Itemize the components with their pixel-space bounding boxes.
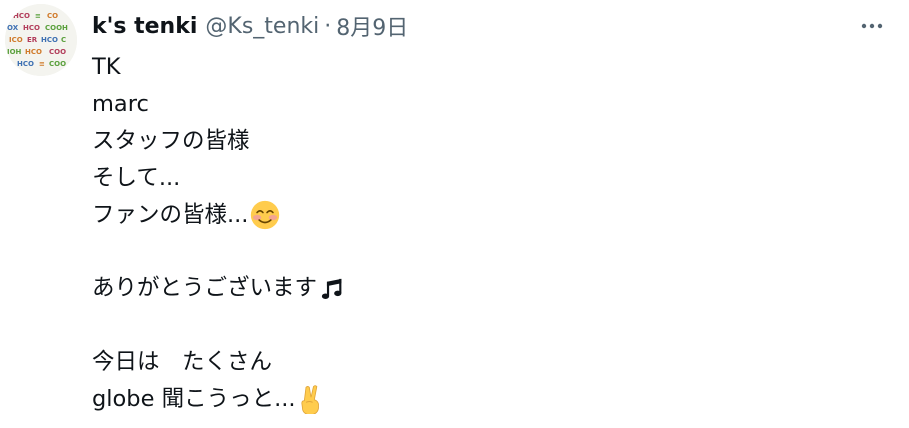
more-dots-icon [861,23,883,29]
tweet-line: 今日は たくさん [92,349,273,376]
svg-text:HCO: HCO [41,36,58,44]
tweet-line: globe 聞こうっと... [92,381,345,418]
tweet-line-empty [92,233,345,270]
svg-text:ICO: ICO [9,36,23,44]
tweet-line: ファンの皆様... [92,197,345,234]
svg-text:≡: ≡ [35,12,41,20]
header-separator: · [324,13,332,39]
svg-text:OX: OX [7,24,19,32]
author-display-name[interactable]: k's tenki [92,14,197,39]
svg-text:HCO: HCO [13,12,30,20]
tweet-line: そして... [92,164,181,191]
svg-text:HCO: HCO [17,60,34,68]
svg-text:COO: COO [49,60,66,68]
svg-text:IOH: IOH [7,48,22,56]
victory-hand-icon [298,384,324,415]
tweet-line: marc [92,90,149,117]
tweet-line: ありがとうございます [92,270,345,307]
tweet-header: k's tenki @Ks_tenki · 8月9日 [92,10,408,42]
tweet-card[interactable]: HCO ≡ CO OX HCO COOH ICO ER HCO C IOH HC… [0,0,909,428]
svg-text:HCO: HCO [23,24,40,32]
more-options-button[interactable] [852,8,892,44]
svg-text:C: C [61,36,66,44]
tweet-line: スタッフの皆様 [92,127,250,154]
svg-text:COO: COO [49,48,66,56]
tweet-line-empty [92,307,345,344]
svg-text:≡: ≡ [39,60,45,68]
tweet-text: TK marc スタッフの皆様 そして... ファンの皆様... ありがとうござ… [92,49,345,418]
tweet-line: TK [92,54,121,80]
svg-text:HCO: HCO [25,48,42,56]
svg-text:COOH: COOH [45,24,68,32]
avatar-pattern-image: HCO ≡ CO OX HCO COOH ICO ER HCO C IOH HC… [5,4,77,76]
tweet-timestamp[interactable]: 8月9日 [336,10,408,42]
avatar[interactable]: HCO ≡ CO OX HCO COOH ICO ER HCO C IOH HC… [5,4,77,76]
smiling-face-with-smiling-eyes-icon [250,200,280,230]
svg-text:ER: ER [27,36,38,44]
svg-text:CO: CO [47,12,58,20]
author-handle[interactable]: @Ks_tenki [205,14,319,39]
musical-notes-icon [319,276,345,302]
